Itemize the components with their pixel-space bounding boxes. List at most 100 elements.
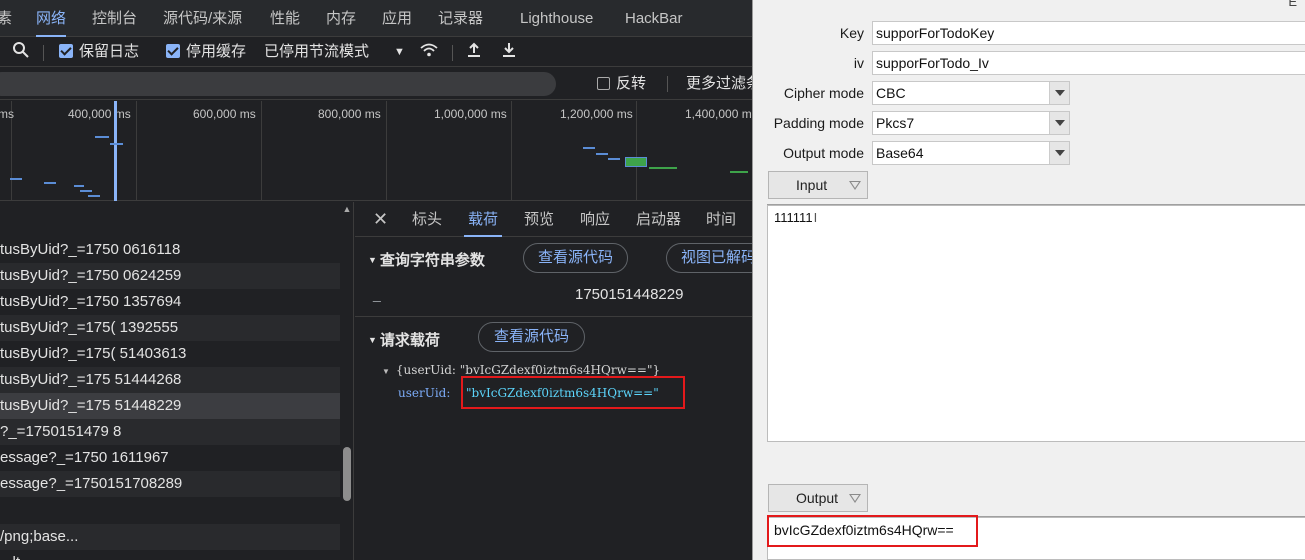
request-row[interactable]: tusByUid?_=175( 1392555 (0, 315, 340, 341)
request-payload-section[interactable]: ▼ 请求载荷 (368, 329, 440, 350)
overview-bar (608, 158, 620, 160)
iv-field[interactable]: supporForTodo_Iv (872, 51, 1305, 75)
devtools-tabbar: 素 网络 控制台 源代码/来源 性能 内存 应用 记录器 Lighthouse … (0, 0, 752, 37)
key-field[interactable]: supporForTodoKey (872, 21, 1305, 45)
tab-headers[interactable]: 标头 (412, 202, 442, 237)
highlight-box (767, 515, 978, 547)
close-icon[interactable]: ✕ (373, 202, 388, 237)
query-string-title: 查询字符串参数 (379, 252, 485, 269)
request-row[interactable]: tusByUid?_=175 51444268 (0, 367, 340, 393)
tab-elements[interactable]: 素 (0, 0, 12, 37)
view-source-button[interactable]: 查看源代码 (523, 243, 628, 273)
tab-memory[interactable]: 内存 (326, 0, 356, 37)
request-row[interactable] (0, 497, 340, 523)
key-label: Key (839, 25, 864, 41)
view-decoded-button[interactable]: 视图已解码 (666, 243, 752, 273)
request-row-selected[interactable]: tusByUid?_=175 51448229 (0, 393, 340, 419)
more-filters-button[interactable]: 更多过滤条 (686, 69, 752, 99)
filter-icon (849, 494, 861, 503)
search-icon[interactable] (12, 37, 30, 67)
throttling-select[interactable]: 已停用节流模式 (264, 37, 369, 67)
overview-tick-label: 600,000 ms (193, 107, 256, 121)
request-row[interactable]: ?_=1750151479 8 (0, 419, 340, 445)
tab-application[interactable]: 应用 (382, 0, 412, 37)
request-payload-title: 请求载荷 (379, 332, 440, 349)
tab-network[interactable]: 网络 (36, 0, 67, 37)
input-header-button[interactable]: Input (768, 171, 868, 199)
preserve-log-label: 保留日志 (79, 43, 140, 60)
request-row[interactable]: tusByUid?_=175( 51403613 (0, 341, 340, 367)
tab-payload[interactable]: 载荷 (463, 202, 503, 237)
request-list-scrollbar[interactable] (343, 447, 351, 501)
request-row[interactable]: essage?_=1750151708289 (0, 471, 340, 497)
request-row[interactable]: /png;base... (0, 524, 340, 550)
tab-response[interactable]: 响应 (580, 202, 610, 237)
scroll-up-arrow-icon[interactable]: ▲ (342, 204, 352, 214)
output-header-button[interactable]: Output (768, 484, 868, 512)
tab-sources[interactable]: 源代码/来源 (163, 0, 242, 37)
triangle-down-icon: ▼ (368, 255, 377, 265)
request-row[interactable]: tusByUid?_=1750 0624259 (0, 263, 340, 289)
triangle-down-icon: ▼ (368, 335, 377, 345)
padding-mode-label: Padding mode (773, 115, 864, 131)
network-overview: ms 400,000 ms 600,000 ms 800,000 ms 1,00… (0, 101, 752, 201)
request-row[interactable]: essage?_=1750 1611967 (0, 445, 340, 471)
tab-console[interactable]: 控制台 (92, 0, 137, 37)
cipher-mode-value: CBC (876, 85, 906, 101)
overview-tick-label: 400,000 ms (68, 107, 131, 121)
tab-initiator[interactable]: 启动器 (636, 202, 681, 237)
tab-lighthouse[interactable]: Lighthouse (520, 0, 593, 37)
overview-bar (596, 153, 608, 155)
output-mode-label: Output mode (783, 145, 864, 161)
checkbox-checked-icon (166, 44, 180, 58)
overview-tick-label: ms (0, 107, 14, 121)
padding-mode-select[interactable]: Pkcs7 (872, 111, 1070, 135)
download-icon[interactable] (501, 37, 517, 67)
overview-bar (110, 143, 123, 145)
input-textarea[interactable]: 111111I (767, 205, 1305, 442)
query-string-section[interactable]: ▼ 查询字符串参数 (368, 249, 485, 270)
input-header-label: Input (796, 177, 828, 193)
overview-bar (583, 147, 595, 149)
overview-bar (44, 182, 56, 184)
tab-recorder[interactable]: 记录器 (438, 0, 483, 37)
cipher-tool-window: E Key supporForTodoKey iv supporForTodo_… (752, 0, 1305, 560)
tab-timing[interactable]: 时间 (706, 202, 736, 237)
request-row[interactable]: tusByUid?_=1750 1357694 (0, 289, 340, 315)
payload-object-summary[interactable]: ▼ {userUid: "bvIcGZdexf0iztm6s4HQrw=="} (382, 363, 660, 377)
payload-view-source-button[interactable]: 查看源代码 (478, 322, 585, 352)
filter-input[interactable] (0, 72, 556, 96)
overview-tick-label: 1,400,000 ms (685, 107, 752, 121)
network-toolbar: 保留日志 停用缓存 已停用节流模式 ▼ (0, 37, 752, 67)
tab-hackbar[interactable]: HackBar (625, 0, 683, 37)
tab-performance[interactable]: 性能 (270, 0, 300, 37)
overview-bar (95, 136, 109, 138)
cipher-mode-select[interactable]: CBC (872, 81, 1070, 105)
upload-icon[interactable] (466, 37, 482, 67)
overview-bar (80, 190, 92, 192)
disable-cache-label: 停用缓存 (186, 43, 247, 60)
overview-bar (730, 171, 748, 173)
chevron-down-icon (1049, 82, 1069, 104)
chevron-down-icon[interactable]: ▼ (394, 37, 405, 67)
output-mode-select[interactable]: Base64 (872, 141, 1070, 165)
disable-cache-checkbox[interactable]: 停用缓存 (166, 37, 246, 67)
filter-bar: 反转 更多过滤条 (0, 68, 752, 100)
query-param-key: _ (373, 286, 381, 302)
chevron-down-icon (1049, 142, 1069, 164)
invert-checkbox[interactable]: 反转 (597, 69, 646, 99)
preserve-log-checkbox[interactable]: 保留日志 (59, 37, 139, 67)
overview-bar (10, 178, 22, 180)
overview-tick-label: 1,000,000 ms (434, 107, 507, 121)
overview-bar (649, 167, 677, 169)
payload-key: userUid: (398, 386, 451, 400)
request-row[interactable]: ...lt... (0, 550, 340, 560)
request-row[interactable]: tusByUid?_=1750 0616118 (0, 237, 340, 263)
tab-preview[interactable]: 预览 (524, 202, 554, 237)
network-conditions-icon[interactable] (419, 37, 439, 67)
overview-tick-label: 800,000 ms (318, 107, 381, 121)
overview-marker[interactable] (114, 101, 117, 201)
title-stub: E (1288, 0, 1297, 9)
highlight-box (461, 376, 685, 409)
output-mode-value: Base64 (876, 145, 924, 161)
